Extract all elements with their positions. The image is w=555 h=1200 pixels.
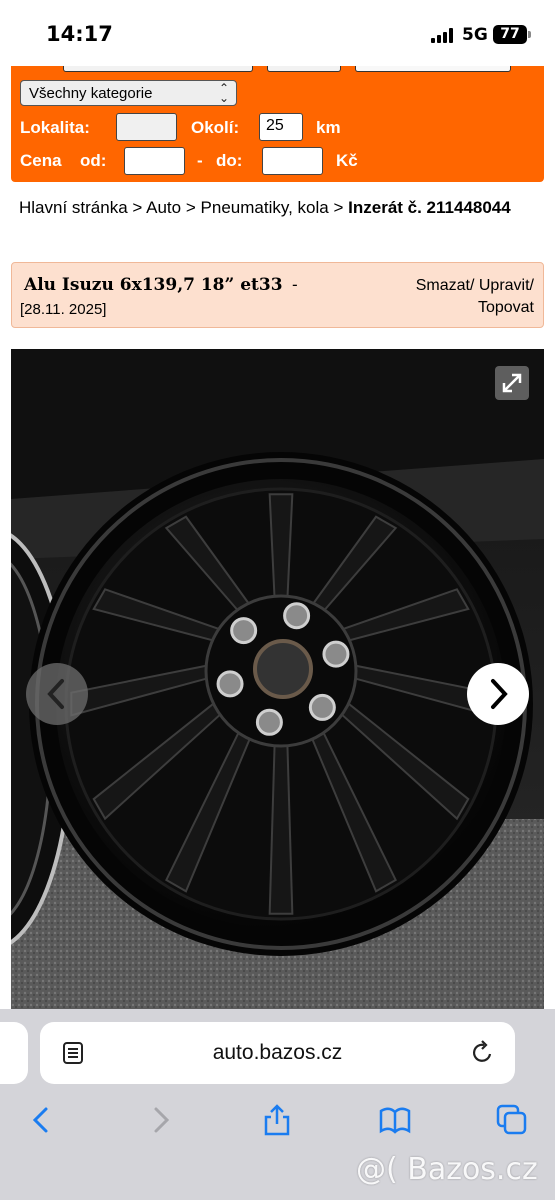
- ad-title: Alu Isuzu 6x139,7 18” et33: [24, 275, 283, 295]
- price-from-label: od:: [80, 151, 107, 170]
- previous-tab-card[interactable]: [0, 1022, 28, 1084]
- chevron-updown-icon: ⌃ ⌄: [218, 81, 229, 105]
- chevron-left-icon: [47, 679, 64, 709]
- ad-date: [28.11. 2025]: [20, 301, 107, 318]
- ad-photo[interactable]: [11, 349, 544, 1009]
- breadcrumb-auto[interactable]: Auto: [146, 198, 181, 217]
- back-icon[interactable]: [24, 1103, 58, 1137]
- section-select-stub[interactable]: [267, 66, 341, 72]
- radius-input[interactable]: 25: [259, 113, 303, 141]
- battery-icon: 77: [493, 25, 527, 44]
- tabs-icon[interactable]: [495, 1103, 529, 1137]
- breadcrumb: Hlavní stránka > Auto > Pneumatiky, kola…: [19, 197, 539, 219]
- location-input[interactable]: [116, 113, 177, 141]
- wheel-photo: [11, 349, 544, 1009]
- address-bar[interactable]: auto.bazos.cz: [40, 1022, 515, 1084]
- search-panel: Všechny kategorie ⌃ ⌄ Lokalita: Okolí: 25…: [11, 66, 544, 182]
- status-time: 14:17: [46, 22, 113, 46]
- price-label: Cena: [20, 151, 62, 170]
- page: 14:17 5G 77 Všechny kategorie ⌃ ⌄ Lokalit…: [0, 0, 555, 1200]
- ad-title-dash: -: [292, 275, 298, 294]
- breadcrumb-home[interactable]: Hlavní stránka: [19, 198, 128, 217]
- breadcrumb-separator: >: [333, 198, 344, 217]
- ad-header: Alu Isuzu 6x139,7 18” et33 - [28.11. 202…: [11, 262, 544, 328]
- expand-button[interactable]: [495, 366, 529, 400]
- price-from-input[interactable]: [124, 147, 185, 175]
- chevron-right-icon: [491, 679, 508, 709]
- location-label: Lokalita:: [20, 118, 90, 137]
- breadcrumb-separator: >: [185, 198, 196, 217]
- breadcrumb-current: Inzerát č. 211448044: [348, 198, 511, 217]
- search-button-stub[interactable]: [355, 66, 511, 72]
- network-type: 5G: [462, 25, 488, 45]
- url-text: auto.bazos.cz: [212, 1041, 343, 1064]
- price-to-input[interactable]: [262, 147, 323, 175]
- radius-unit: km: [316, 118, 341, 137]
- battery-tip: [528, 31, 531, 38]
- ad-actions-links[interactable]: Smazat/ Upravit/ Topovat: [374, 275, 534, 319]
- reload-icon[interactable]: [470, 1040, 496, 1066]
- currency-label: Kč: [336, 151, 358, 170]
- breadcrumb-category[interactable]: Pneumatiky, kola: [201, 198, 329, 217]
- forward-icon[interactable]: [144, 1103, 178, 1137]
- category-select[interactable]: Všechny kategorie ⌃ ⌄: [20, 80, 237, 106]
- price-dash: -: [197, 151, 203, 170]
- search-field-stub[interactable]: [63, 66, 253, 72]
- share-icon[interactable]: [260, 1103, 294, 1137]
- watermark: @( Bazos.cz: [356, 1152, 538, 1187]
- breadcrumb-separator: >: [132, 198, 143, 217]
- status-bar: 14:17 5G 77: [0, 0, 555, 66]
- category-select-value: Všechny kategorie: [29, 85, 153, 102]
- radius-label: Okolí:: [191, 118, 240, 137]
- prev-photo-button[interactable]: [26, 663, 88, 725]
- signal-icon: [431, 28, 455, 43]
- price-to-label: do:: [216, 151, 243, 170]
- expand-icon: [502, 373, 522, 393]
- next-photo-button[interactable]: [467, 663, 529, 725]
- bookmarks-icon[interactable]: [378, 1103, 412, 1137]
